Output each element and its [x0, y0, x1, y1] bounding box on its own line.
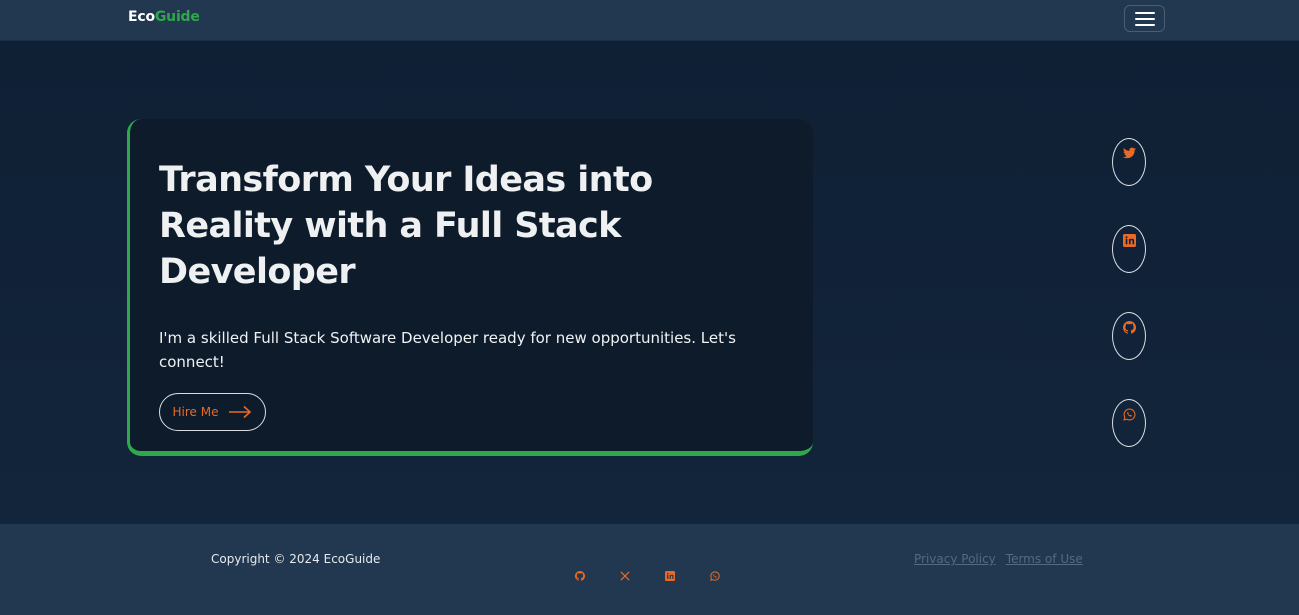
footer: Copyright © 2024 EcoGuide Privacy Policy…: [0, 524, 1299, 615]
footer-github-link[interactable]: [574, 570, 585, 581]
whatsapp-icon: [709, 570, 720, 581]
brand-logo[interactable]: EcoGuide: [128, 9, 200, 25]
linkedin-icon: [1122, 234, 1136, 247]
arrow-right-icon: [229, 405, 252, 419]
navbar: EcoGuide: [0, 0, 1299, 41]
legal-links: Privacy Policy Terms of Use: [914, 552, 1083, 566]
copyright-text: Copyright © 2024 EcoGuide: [211, 552, 381, 566]
twitter-icon: [1122, 147, 1136, 159]
linkedin-link[interactable]: [1112, 225, 1146, 273]
twitter-link[interactable]: [1112, 138, 1146, 186]
privacy-policy-link[interactable]: Privacy Policy: [914, 552, 996, 566]
hero-section: Transform Your Ideas into Reality with a…: [0, 41, 1299, 524]
hero-subtext: I'm a skilled Full Stack Software Develo…: [159, 329, 736, 371]
footer-social-links: [574, 570, 720, 581]
footer-linkedin-link[interactable]: [664, 570, 675, 581]
x-icon: [619, 570, 630, 581]
linkedin-icon: [664, 570, 675, 581]
hero-headline: Transform Your Ideas into Reality with a…: [159, 160, 653, 292]
hamburger-icon-line: [1134, 11, 1155, 14]
whatsapp-link[interactable]: [1112, 399, 1146, 447]
footer-x-link[interactable]: [619, 570, 630, 581]
whatsapp-icon: [1122, 408, 1135, 421]
hero-card: Transform Your Ideas into Reality with a…: [127, 119, 813, 456]
hamburger-icon-line: [1134, 23, 1155, 26]
hamburger-icon-line: [1134, 17, 1155, 20]
github-icon: [574, 570, 585, 581]
menu-toggle-button[interactable]: [1124, 5, 1165, 32]
hire-me-label: Hire Me: [172, 405, 219, 419]
terms-of-use-link[interactable]: Terms of Use: [1006, 552, 1083, 566]
brand-logo-part2: Guide: [154, 9, 200, 25]
footer-whatsapp-link[interactable]: [709, 570, 720, 581]
github-icon: [1122, 321, 1136, 334]
hire-me-button[interactable]: Hire Me: [159, 393, 266, 431]
github-link[interactable]: [1112, 312, 1146, 360]
brand-logo-part1: Eco: [128, 9, 155, 25]
